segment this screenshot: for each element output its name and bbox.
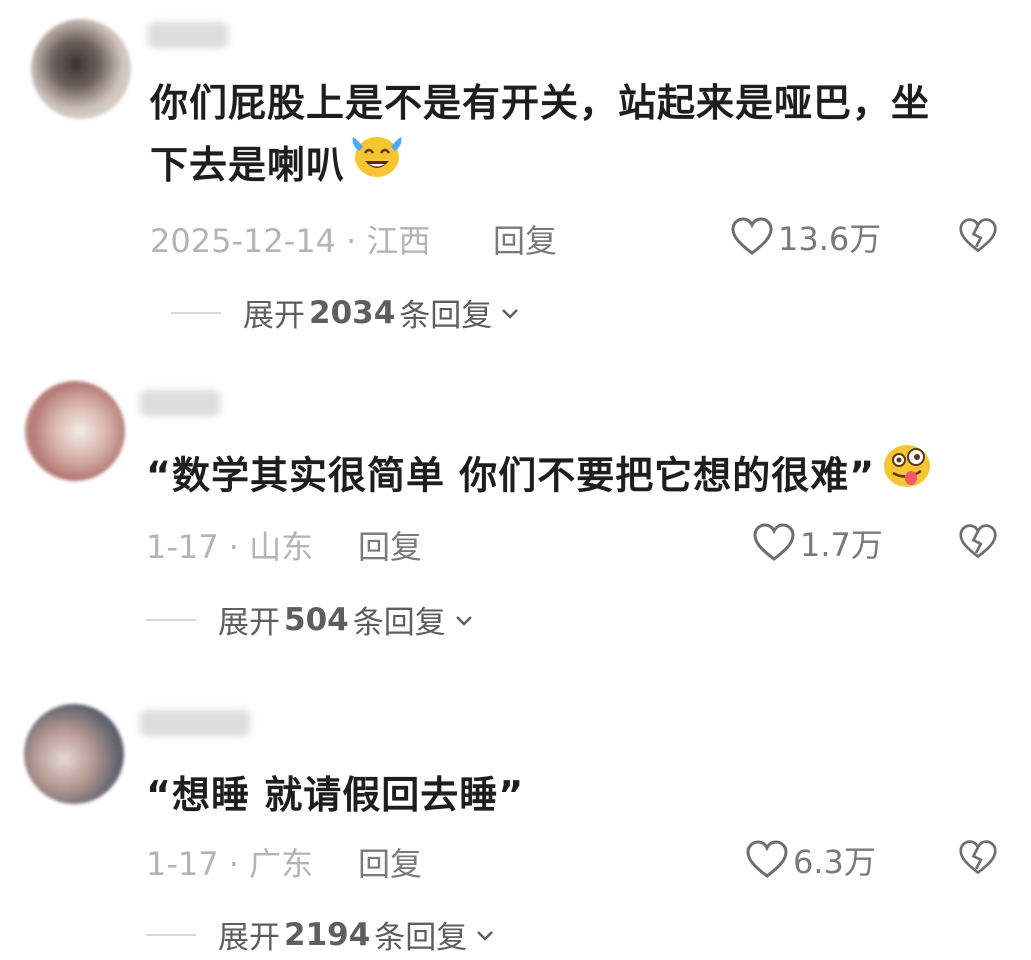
like-button[interactable]: 1.7万	[752, 520, 883, 566]
username-blurred[interactable]	[140, 710, 250, 736]
comment-text: 你们屁股上是不是有开关，站起来是哑巴，坐 下去是喇叭	[150, 72, 1000, 201]
username-blurred[interactable]	[148, 22, 228, 48]
expand-replies-button[interactable]: 展开 2034 条回复	[171, 290, 520, 335]
chevron-down-icon	[502, 308, 519, 319]
crazy-face-emoji-icon	[879, 440, 935, 508]
broken-heart-icon[interactable]	[958, 838, 998, 878]
reply-button[interactable]: 回复	[493, 216, 557, 262]
like-count: 1.7万	[800, 526, 883, 564]
heart-outline-icon	[731, 217, 773, 255]
like-count: 6.3万	[793, 843, 876, 881]
reply-button[interactable]: 回复	[358, 522, 422, 568]
divider	[146, 618, 196, 621]
broken-heart-icon[interactable]	[958, 522, 998, 562]
expand-replies-button[interactable]: 展开 2194 条回复	[146, 912, 495, 957]
reply-button[interactable]: 回复	[358, 839, 422, 885]
avatar[interactable]	[25, 381, 125, 481]
username-blurred[interactable]	[140, 390, 220, 416]
comment-text: “数学其实很简单 你们不要把它想的很难”	[146, 444, 1006, 512]
crying-laughing-emoji-icon	[349, 131, 405, 197]
date-location: 1-17 · 山东	[146, 528, 314, 566]
heart-outline-icon	[753, 523, 795, 561]
divider	[146, 933, 196, 936]
expand-replies-button[interactable]: 展开 504 条回复	[146, 597, 474, 642]
like-button[interactable]: 6.3万	[745, 837, 876, 883]
chevron-down-icon	[477, 930, 494, 941]
like-count: 13.6万	[778, 220, 882, 258]
broken-heart-icon[interactable]	[958, 216, 998, 256]
comment-text: “想睡 就请假回去睡”	[146, 773, 525, 817]
date-location: 2025-12-14 · 江西	[150, 222, 431, 260]
date-location: 1-17 · 广东	[146, 845, 314, 883]
divider	[171, 311, 221, 314]
like-button[interactable]: 13.6万	[730, 214, 881, 260]
avatar[interactable]	[24, 704, 124, 804]
avatar[interactable]	[31, 19, 131, 119]
heart-outline-icon	[746, 840, 788, 878]
chevron-down-icon	[455, 615, 472, 626]
